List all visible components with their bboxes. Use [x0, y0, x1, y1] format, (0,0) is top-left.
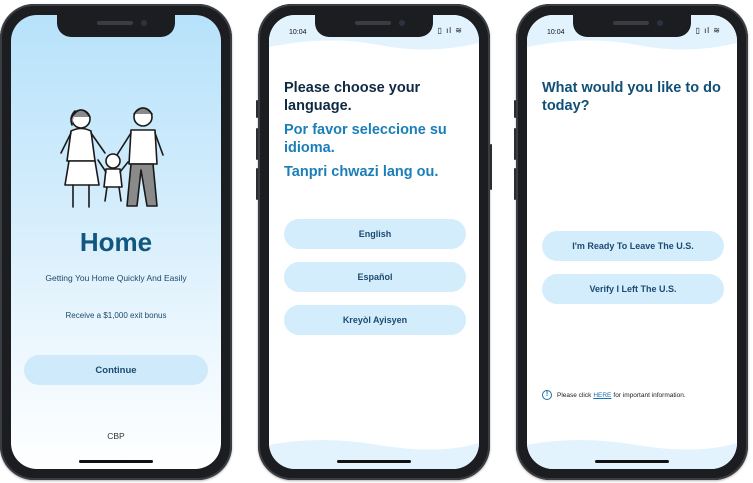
heading-english: Please choose your language. — [284, 80, 421, 114]
status-time: 10:04 — [289, 29, 307, 36]
app-title: Home — [79, 227, 153, 257]
agency-footer: CBP — [107, 431, 125, 441]
side-button — [256, 100, 258, 118]
signal-wifi-battery-icon: ▯ ıl ≋ — [695, 26, 721, 35]
app-tagline: Getting You Home Quickly And Easily — [45, 273, 187, 283]
side-button — [256, 168, 258, 200]
wave-bottom — [269, 440, 479, 469]
ready-to-leave-button[interactable]: I'm Ready To Leave The U.S. — [542, 231, 724, 261]
home-indicator — [79, 460, 153, 463]
info-notice: ! Please click HERE for important inform… — [542, 390, 686, 400]
notch — [315, 15, 433, 37]
welcome-screen: Home Getting You Home Quickly And Easily… — [11, 15, 221, 469]
side-button — [256, 128, 258, 160]
heading-creole: Tanpri chwazi lang ou. — [284, 164, 439, 180]
phone-frame-language: 10:04 ▯ ıl ≋ Please choose your language… — [256, 4, 492, 480]
family-illustration — [60, 107, 164, 208]
action-screen: 10:04 ▯ ıl ≋ What would you like to do t… — [527, 15, 737, 469]
side-button — [490, 144, 492, 190]
verify-left-button[interactable]: Verify I Left The U.S. — [542, 274, 724, 304]
info-suffix: for important information. — [613, 391, 686, 399]
home-indicator — [595, 460, 669, 463]
language-spanish-button[interactable]: Español — [284, 262, 466, 292]
language-screen: 10:04 ▯ ıl ≋ Please choose your language… — [269, 15, 479, 469]
heading-spanish: Por favor seleccione su idioma. — [284, 122, 447, 156]
info-circle-icon: ! — [542, 390, 552, 400]
info-prefix: Please click — [557, 391, 592, 399]
bonus-text: Receive a $1,000 exit bonus — [65, 311, 167, 320]
phone-frame-welcome: Home Getting You Home Quickly And Easily… — [0, 4, 232, 480]
status-time: 10:04 — [547, 29, 565, 36]
phone-frame-action: 10:04 ▯ ıl ≋ What would you like to do t… — [514, 4, 748, 480]
signal-wifi-battery-icon: ▯ ıl ≋ — [437, 26, 463, 35]
home-indicator — [337, 460, 411, 463]
continue-button[interactable]: Continue — [24, 355, 208, 385]
language-creole-button[interactable]: Kreyòl Ayisyen — [284, 305, 466, 335]
side-button — [514, 168, 516, 200]
language-english-button[interactable]: English — [284, 219, 466, 249]
side-button — [514, 128, 516, 160]
action-heading: What would you like to do today? — [542, 80, 721, 114]
side-button — [514, 100, 516, 118]
wave-bottom — [527, 440, 737, 469]
notch — [573, 15, 691, 37]
notch — [57, 15, 175, 37]
info-here-link[interactable]: HERE — [593, 392, 611, 399]
